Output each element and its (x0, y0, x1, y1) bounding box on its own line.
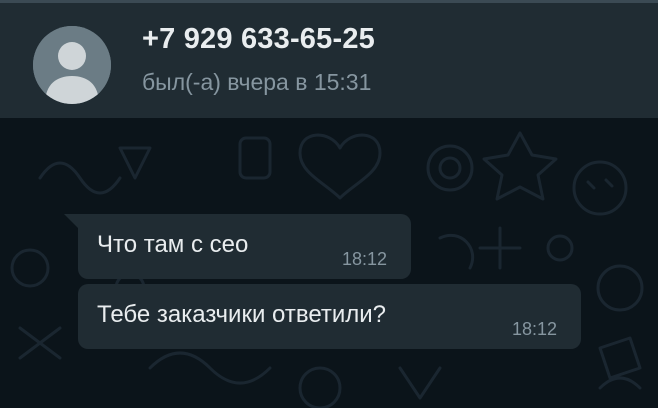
chat-window: +7 929 633-65-25 был(-а) вчера в 15:31 Ч… (0, 0, 658, 408)
message-time: 18:12 (342, 249, 388, 269)
message-text: Что там с сео (97, 231, 249, 258)
last-seen-status: был(-а) вчера в 15:31 (142, 69, 372, 95)
message-bubble-incoming[interactable]: Тебе заказчики ответили? 18:12 (78, 284, 581, 349)
message-area: Что там с сео 18:12 Тебе заказчики ответ… (0, 118, 658, 408)
contact-avatar[interactable] (33, 26, 111, 104)
default-user-avatar-icon (33, 26, 111, 104)
message-text: Тебе заказчики ответили? (97, 301, 387, 328)
message-time: 18:12 (512, 319, 558, 339)
chat-header[interactable]: +7 929 633-65-25 был(-а) вчера в 15:31 (0, 3, 658, 118)
message-bubble-incoming[interactable]: Что там с сео 18:12 (78, 214, 411, 279)
contact-name[interactable]: +7 929 633-65-25 (142, 23, 375, 56)
